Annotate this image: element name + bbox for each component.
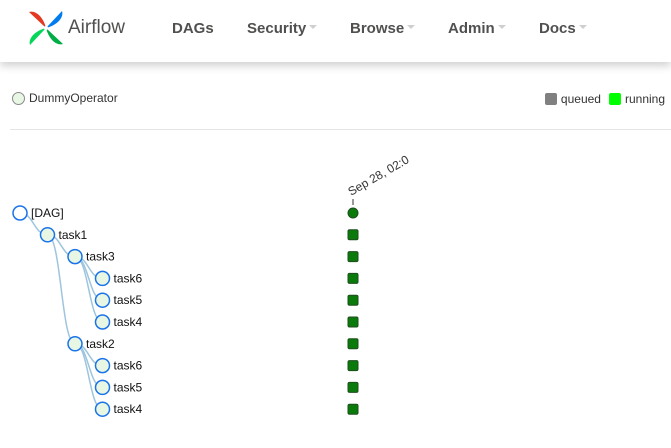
task-instance-status[interactable] [347,251,359,263]
task-node-task1[interactable] [39,227,56,243]
dag-label: [DAG] [31,206,64,220]
task-instance-status[interactable] [347,272,359,284]
nav-dags-label: DAGs [172,20,214,37]
task-node-task5[interactable] [94,379,111,396]
task-node-task6[interactable] [94,270,111,287]
task-instance-status[interactable] [347,338,359,350]
chevron-down-icon [309,25,318,30]
dag-run-status[interactable] [347,207,359,219]
task-instance-status[interactable] [347,294,359,306]
nav-browse-label: Browse [350,20,405,37]
nav-dags[interactable]: DAGs [172,20,214,37]
brand-name: Airflow [68,17,126,38]
nav-docs-menu[interactable]: Docs [539,20,587,37]
nav-security-label: Security [247,20,307,37]
task-label: task4 [114,315,143,329]
chevron-down-icon [407,25,416,30]
task-label: task3 [86,250,115,264]
task-node-task4[interactable] [94,314,111,330]
nav-docs-label: Docs [539,20,576,37]
task-tree-view: Sep 28, 02:0 [DAG] task1 task3 task6 task5 tas… [12,152,412,417]
task-node-task5[interactable] [94,292,111,308]
nav-admin-label: Admin [448,20,495,37]
task-node-task6[interactable] [94,357,111,374]
task-instance-status[interactable] [347,229,359,241]
navbar: Airflow DAGs Security Browse Admin Docs [0,0,671,62]
task-label: task5 [114,293,143,307]
task-instance-status[interactable] [347,403,359,415]
task-instance-status[interactable] [347,381,359,393]
task-instance-status[interactable] [347,360,359,372]
task-node-task4[interactable] [94,401,111,417]
task-node-task2[interactable] [67,336,83,352]
chevron-down-icon [497,25,506,30]
brand-logo-link[interactable]: Airflow [26,8,125,48]
nav-browse-menu[interactable]: Browse [350,20,416,37]
task-label: task1 [59,228,88,242]
task-node-task3[interactable] [67,248,83,265]
nav-admin-menu[interactable]: Admin [448,20,506,37]
airflow-pinwheel-icon [26,8,66,48]
task-instance-status[interactable] [347,316,359,328]
task-label: task5 [114,380,143,394]
task-label: task2 [86,337,115,351]
task-label: task6 [114,271,143,285]
chevron-down-icon [578,25,587,30]
dag-node[interactable] [12,205,28,221]
nav-security-menu[interactable]: Security [247,20,318,37]
task-label: task6 [114,359,143,373]
task-label: task4 [114,402,143,416]
dag-run-header[interactable]: Sep 28, 02:0 [346,152,412,198]
